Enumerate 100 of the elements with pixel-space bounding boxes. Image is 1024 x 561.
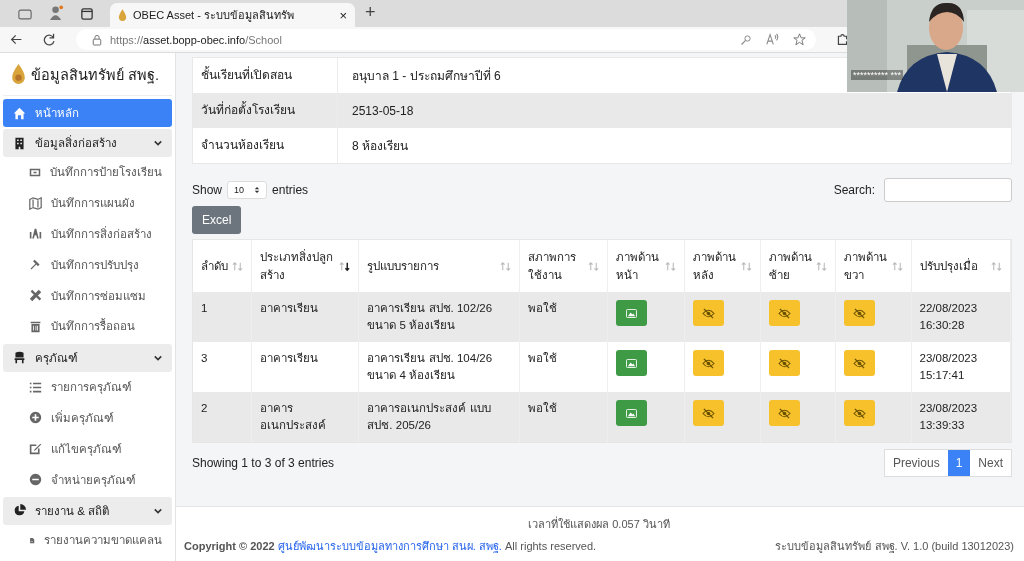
- home-icon: [13, 106, 26, 120]
- nav-item[interactable]: จำหน่ายครุภัณฑ์: [3, 464, 172, 495]
- chair-icon: [13, 351, 26, 365]
- trash-icon: [29, 319, 42, 333]
- eye-slash-icon: [777, 307, 791, 319]
- building-icon: [13, 136, 26, 150]
- nav-item[interactable]: บันทึกการป้ายโรงเรียน: [3, 157, 172, 188]
- eye-slash-icon: [701, 307, 715, 319]
- nav-item[interactable]: แก้ไขครุภัณฑ์: [3, 433, 172, 465]
- key-icon[interactable]: [740, 33, 752, 46]
- image-button[interactable]: [616, 400, 648, 426]
- nav-item[interactable]: บันทึกการซ่อมแซม: [3, 280, 172, 311]
- sort-icon: [991, 260, 1002, 272]
- image-icon: [626, 358, 638, 368]
- copyright-text: Copyright © 2022 ศูนย์พัฒนาระบบข้อมูลทางการศึกษา สนผ. สพฐ. All rights reserved.: [184, 539, 597, 555]
- pie-icon: [13, 504, 26, 518]
- chevron-icon: [154, 353, 162, 362]
- page-length-select[interactable]: 10: [227, 181, 268, 199]
- nav-item[interactable]: บันทึกการปรับปรุง: [3, 249, 172, 281]
- page-button[interactable]: 1: [947, 450, 971, 476]
- list-icon: [29, 380, 42, 394]
- image-button[interactable]: [616, 300, 648, 326]
- excel-button[interactable]: Excel: [192, 206, 242, 234]
- search-field[interactable]: [884, 178, 1012, 202]
- eye-slash-icon: [853, 407, 867, 419]
- hidden-image-button[interactable]: [692, 350, 724, 376]
- chevron-icon: [154, 506, 162, 515]
- table-cell: 22/08/2023 16:30:28: [911, 292, 1011, 342]
- page-button[interactable]: Previous: [884, 450, 948, 476]
- participant-name: ********** ***: [851, 70, 904, 80]
- hidden-image-button[interactable]: [692, 300, 724, 326]
- hidden-image-button[interactable]: [768, 350, 800, 376]
- lock-icon: [92, 33, 102, 46]
- star-icon[interactable]: [793, 33, 806, 46]
- table-cell: 23/08/2023 13:39:33: [911, 392, 1011, 442]
- field-value: 2513-05-18: [351, 103, 414, 118]
- sort-icon: [816, 260, 828, 272]
- entries-label: entries: [272, 183, 309, 197]
- field-label: จำนวนห้องเรียน: [193, 128, 338, 163]
- image-icon: [626, 408, 638, 418]
- table-info: Showing 1 to 3 of 3 entries: [192, 456, 335, 470]
- map-icon: [29, 196, 42, 210]
- version-text: ระบบข้อมูลสินทรัพย์ สพฐ. V. 1.0 (build 13012023): [775, 539, 1014, 555]
- emblem-icon: [11, 63, 26, 85]
- new-tab-button[interactable]: +: [365, 2, 376, 23]
- profile-icon[interactable]: [49, 5, 64, 20]
- hidden-image-button[interactable]: [692, 400, 724, 426]
- browser-tab[interactable]: OBEC Asset - ระบบข้อมูลสินทรัพ ×: [110, 3, 355, 27]
- sort-icon: [891, 260, 903, 272]
- nav-section[interactable]: ครุภัณฑ์: [3, 343, 172, 372]
- hidden-image-button[interactable]: [844, 400, 876, 426]
- footer-link[interactable]: ศูนย์พัฒนาระบบข้อมูลทางการศึกษา สนผ. สพฐ.: [277, 540, 502, 552]
- read-aloud-icon[interactable]: [766, 33, 779, 46]
- close-tab-button[interactable]: ×: [339, 7, 347, 23]
- hammer-icon: [29, 258, 42, 272]
- extension-icon[interactable]: [836, 33, 849, 46]
- emblem-icon: [118, 8, 127, 22]
- page-button[interactable]: Next: [970, 450, 1011, 476]
- sort-icon: [740, 260, 752, 272]
- back-icon[interactable]: [10, 33, 23, 46]
- nav-item[interactable]: บันทึกการรื้อถอน: [3, 311, 172, 342]
- nav-item[interactable]: หน้าหลัก: [3, 99, 172, 127]
- eye-slash-icon: [701, 407, 715, 419]
- nav-item[interactable]: รายงานความขาดแคลน: [3, 524, 172, 556]
- chevron-icon: [154, 139, 162, 147]
- brand-title: ข้อมูลสินทรัพย์ สพฐ.: [31, 65, 160, 86]
- nav-item[interactable]: เพิ่มครุภัณฑ์: [3, 402, 172, 434]
- sort-icon: [664, 260, 676, 272]
- nav-item[interactable]: รายการครุภัณฑ์: [3, 371, 172, 403]
- hidden-image-button[interactable]: [844, 350, 876, 376]
- address-bar[interactable]: https://asset.bopp-obec.info/School: [76, 29, 816, 50]
- table-cell: 2: [193, 392, 252, 442]
- nav-item[interactable]: บันทึกการสิ่งก่อสร้าง: [3, 218, 172, 250]
- show-label: Show: [192, 183, 223, 197]
- edit-icon: [29, 442, 42, 456]
- nav-item[interactable]: บันทึกการแผนผัง: [3, 187, 172, 219]
- render-time-text: เวลาที่ใช้แสดงผล 0.057 วินาที: [527, 515, 671, 532]
- window-icon[interactable]: [18, 9, 32, 20]
- search-label: Search:: [833, 183, 875, 197]
- eye-slash-icon: [701, 357, 715, 369]
- tools-icon: [29, 289, 42, 303]
- nav-section[interactable]: รายงาน & สถิติ: [3, 496, 172, 525]
- sort-icon: [232, 260, 243, 272]
- url-text: https://asset.bopp-obec.info/School: [110, 33, 282, 46]
- hidden-image-button[interactable]: [768, 300, 800, 326]
- reload-icon[interactable]: [43, 33, 56, 46]
- nav-section[interactable]: ข้อมูลสิ่งก่อสร้าง: [3, 129, 172, 157]
- updown-caret-icon: [254, 186, 261, 194]
- sort-icon: [588, 260, 600, 272]
- tab-panel-icon[interactable]: [81, 8, 93, 20]
- table-cell: อาคาร อเนกประสงค์: [251, 392, 359, 442]
- hidden-image-button[interactable]: [844, 300, 876, 326]
- table-cell: อาคารอเนกประสงค์ แบบ สปช. 205/26: [358, 392, 520, 442]
- minus-icon: [29, 473, 42, 487]
- eye-slash-icon: [853, 357, 867, 369]
- table-cell: 1: [193, 292, 252, 342]
- eye-slash-icon: [853, 307, 867, 319]
- image-button[interactable]: [616, 350, 648, 376]
- field-value: 8 ห้องเรียน: [351, 138, 408, 155]
- hidden-image-button[interactable]: [768, 400, 800, 426]
